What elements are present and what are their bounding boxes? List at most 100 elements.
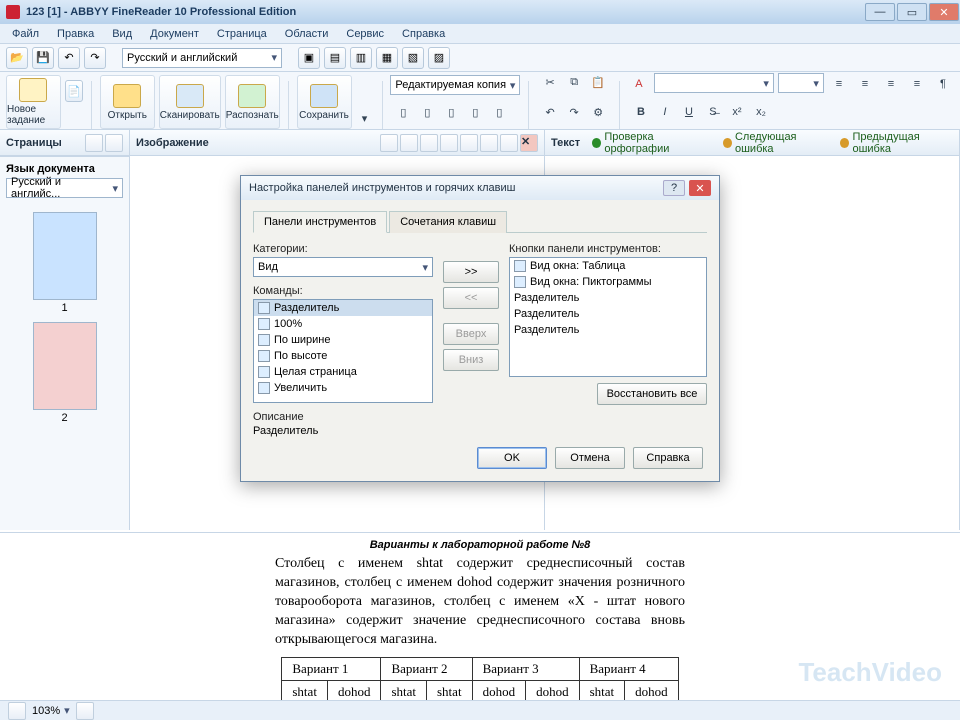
dialog-close-icon[interactable]: ✕ [689, 180, 711, 196]
redo2-icon[interactable]: ↷ [563, 101, 585, 123]
imgtool-close[interactable]: ✕ [520, 134, 538, 152]
doc2-icon[interactable]: ▯ [416, 101, 438, 123]
tab-toolbars[interactable]: Панели инструментов [253, 211, 387, 233]
menu-file[interactable]: Файл [4, 26, 47, 42]
open-icon[interactable]: 📂 [6, 47, 28, 69]
sub-icon[interactable]: x₂ [750, 101, 772, 123]
imgtool-3[interactable] [420, 134, 438, 152]
layout5-icon[interactable]: ▧ [402, 47, 424, 69]
doc5-icon[interactable]: ▯ [488, 101, 510, 123]
undo-icon[interactable]: ↶ [58, 47, 80, 69]
icon-view-icon [514, 276, 526, 288]
dialog-help-icon[interactable]: ? [663, 180, 685, 196]
tab-shortcuts[interactable]: Сочетания клавиш [389, 211, 507, 233]
commands-listbox[interactable]: Разделитель 100% По ширине По высоте Цел… [253, 299, 433, 403]
page-thumb-2[interactable] [33, 322, 97, 410]
doc-language-combo[interactable]: Русский и английс... ▾ [6, 178, 123, 198]
app-icon [6, 5, 20, 19]
dialog-titlebar[interactable]: Настройка панелей инструментов и горячих… [241, 176, 719, 200]
ok-button[interactable]: OK [477, 447, 547, 469]
layout3-icon[interactable]: ▥ [350, 47, 372, 69]
align-left-icon[interactable]: ≡ [828, 73, 850, 95]
fit-icon[interactable] [8, 702, 26, 720]
doc3-icon[interactable]: ▯ [440, 101, 462, 123]
italic-icon[interactable]: I [654, 101, 676, 123]
up-button[interactable]: Вверх [443, 323, 499, 345]
align-right-icon[interactable]: ≡ [880, 73, 902, 95]
font-color-icon[interactable]: A [628, 73, 650, 95]
language-selector[interactable]: Русский и английский ▾ [122, 48, 282, 68]
super-icon[interactable]: x² [726, 101, 748, 123]
close-button[interactable]: ✕ [929, 3, 959, 21]
toolbar-buttons-listbox[interactable]: Вид окна: Таблица Вид окна: Пиктограммы … [509, 257, 707, 377]
save-button[interactable]: Сохранить [297, 75, 352, 129]
tools-icon[interactable]: ⚙ [587, 101, 609, 123]
menu-service[interactable]: Сервис [338, 26, 392, 42]
categories-label: Категории: [253, 243, 433, 255]
imgtool-5[interactable] [460, 134, 478, 152]
restore-all-button[interactable]: Восстановить все [597, 383, 707, 405]
copy-icon[interactable]: ⧉ [563, 71, 585, 93]
imgtool-7[interactable] [500, 134, 518, 152]
categories-combo[interactable]: Вид▾ [253, 257, 433, 277]
recognize-button[interactable]: Распознать [225, 75, 280, 129]
folder-icon [113, 84, 141, 108]
menu-document[interactable]: Документ [142, 26, 207, 42]
image-pane-title: Изображение [136, 137, 209, 149]
redo-icon[interactable]: ↷ [84, 47, 106, 69]
remove-button[interactable]: << [443, 287, 499, 309]
font-size-combo[interactable]: ▾ [778, 73, 824, 93]
prev-error-button[interactable]: Предыдущая ошибка [840, 131, 953, 155]
save-icon[interactable]: 💾 [32, 47, 54, 69]
pages-opt1-icon[interactable] [85, 134, 103, 152]
doc1-icon[interactable]: ▯ [392, 101, 414, 123]
align-justify-icon[interactable]: ≡ [906, 73, 928, 95]
layout4-icon[interactable]: ▦ [376, 47, 398, 69]
layout2-icon[interactable]: ▤ [324, 47, 346, 69]
imgtool-1[interactable] [380, 134, 398, 152]
cancel-button[interactable]: Отмена [555, 447, 625, 469]
font-family-combo[interactable]: ▾ [654, 73, 774, 93]
scanner-icon [176, 84, 204, 108]
help-button[interactable]: Справка [633, 447, 703, 469]
table-view-icon [514, 260, 526, 272]
align-center-icon[interactable]: ≡ [854, 73, 876, 95]
scan-button[interactable]: Сканировать [159, 75, 221, 129]
maximize-button[interactable]: ▭ [897, 3, 927, 21]
prev-icon [840, 138, 849, 148]
down-button[interactable]: Вниз [443, 349, 499, 371]
page-thumb-1[interactable] [33, 212, 97, 300]
menu-edit[interactable]: Правка [49, 26, 102, 42]
menu-help[interactable]: Справка [394, 26, 453, 42]
pages-opt2-icon[interactable] [105, 134, 123, 152]
cut-icon[interactable]: ✂ [539, 71, 561, 93]
spellcheck-button[interactable]: Проверка орфографии [592, 131, 713, 155]
paste-icon[interactable]: 📋 [587, 71, 609, 93]
edit-mode-combo[interactable]: Редактируемая копия ▾ [390, 75, 520, 95]
menu-view[interactable]: Вид [104, 26, 140, 42]
undo2-icon[interactable]: ↶ [539, 101, 561, 123]
underline-icon[interactable]: U [678, 101, 700, 123]
layout1-icon[interactable]: ▣ [298, 47, 320, 69]
doc-title: Варианты к лабораторной работе №8 [14, 539, 946, 551]
window-title: 123 [1] - ABBYY FineReader 10 Profession… [26, 6, 864, 18]
grid-icon[interactable] [76, 702, 94, 720]
imgtool-2[interactable] [400, 134, 418, 152]
doc4-icon[interactable]: ▯ [464, 101, 486, 123]
imgtool-4[interactable] [440, 134, 458, 152]
minimize-button[interactable]: — [865, 3, 895, 21]
page-icon[interactable]: 📄 [65, 80, 83, 102]
save-dropdown-icon[interactable]: ▾ [356, 107, 374, 129]
open-button[interactable]: Открыть [100, 75, 155, 129]
char-icon[interactable]: ¶ [932, 73, 954, 95]
add-button[interactable]: >> [443, 261, 499, 283]
new-task-button[interactable]: Новое задание [6, 75, 61, 129]
imgtool-6[interactable] [480, 134, 498, 152]
zoom-control-1[interactable]: 103%▾ [32, 704, 70, 717]
strike-icon[interactable]: S̶ [702, 101, 724, 123]
next-error-button[interactable]: Следующая ошибка [723, 131, 830, 155]
menu-areas[interactable]: Области [277, 26, 337, 42]
layout6-icon[interactable]: ▨ [428, 47, 450, 69]
menu-page[interactable]: Страница [209, 26, 275, 42]
bold-icon[interactable]: B [630, 101, 652, 123]
